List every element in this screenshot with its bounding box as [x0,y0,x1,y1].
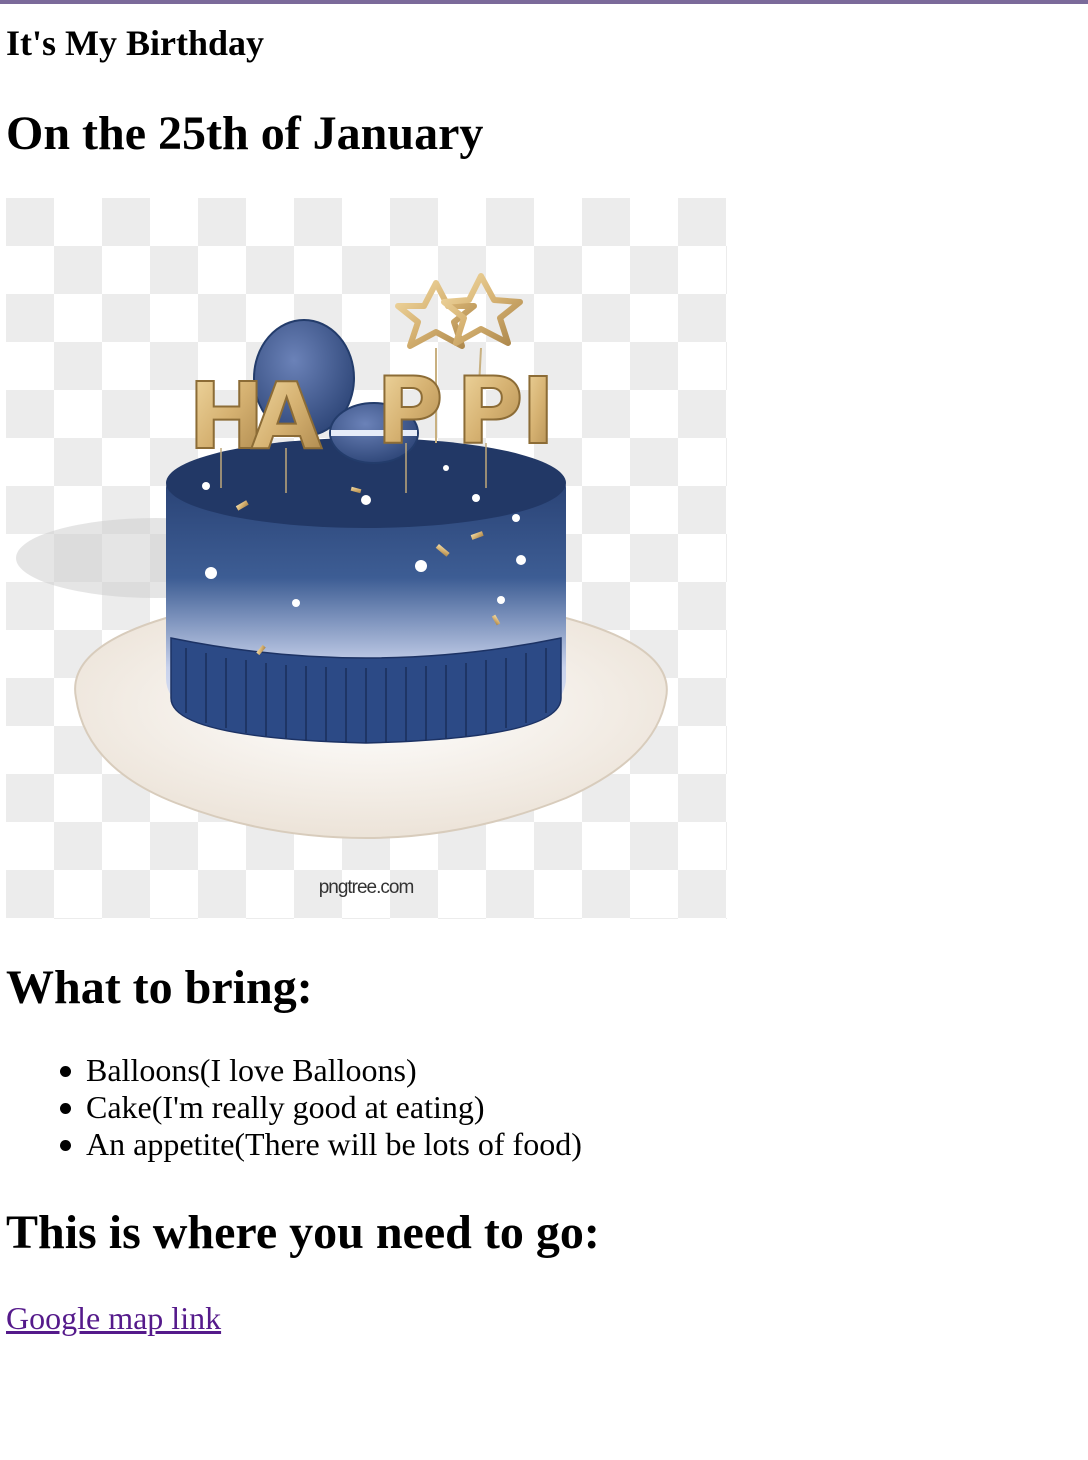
page-title: It's My Birthday [6,23,265,63]
watermark-text: pngtree.com [319,877,414,898]
bullet-icon [60,1140,71,1151]
svg-text:P: P [376,358,443,465]
svg-text:P: P [456,358,523,465]
birthday-cake-image: H A P P I pngtree.com [6,198,727,919]
google-map-link[interactable]: Google map link [6,1298,221,1338]
list-item-text: An appetite(There will be lots of food) [86,1126,582,1162]
list-item: Balloons(I love Balloons) [6,1052,582,1089]
bullet-icon [60,1066,71,1077]
what-to-bring-heading: What to bring: [6,961,313,1014]
list-item-text: Balloons(I love Balloons) [86,1052,417,1088]
top-border [0,0,1088,4]
directions-heading: This is where you need to go: [6,1206,600,1259]
list-item: An appetite(There will be lots of food) [6,1126,582,1163]
bullet-icon [60,1103,71,1114]
bring-list: Balloons(I love Balloons) Cake(I'm reall… [6,1052,582,1163]
date-heading: On the 25th of January [6,107,484,160]
svg-text:I: I [521,358,555,465]
list-item-text: Cake(I'm really good at eating) [86,1089,485,1125]
list-item: Cake(I'm really good at eating) [6,1089,582,1126]
